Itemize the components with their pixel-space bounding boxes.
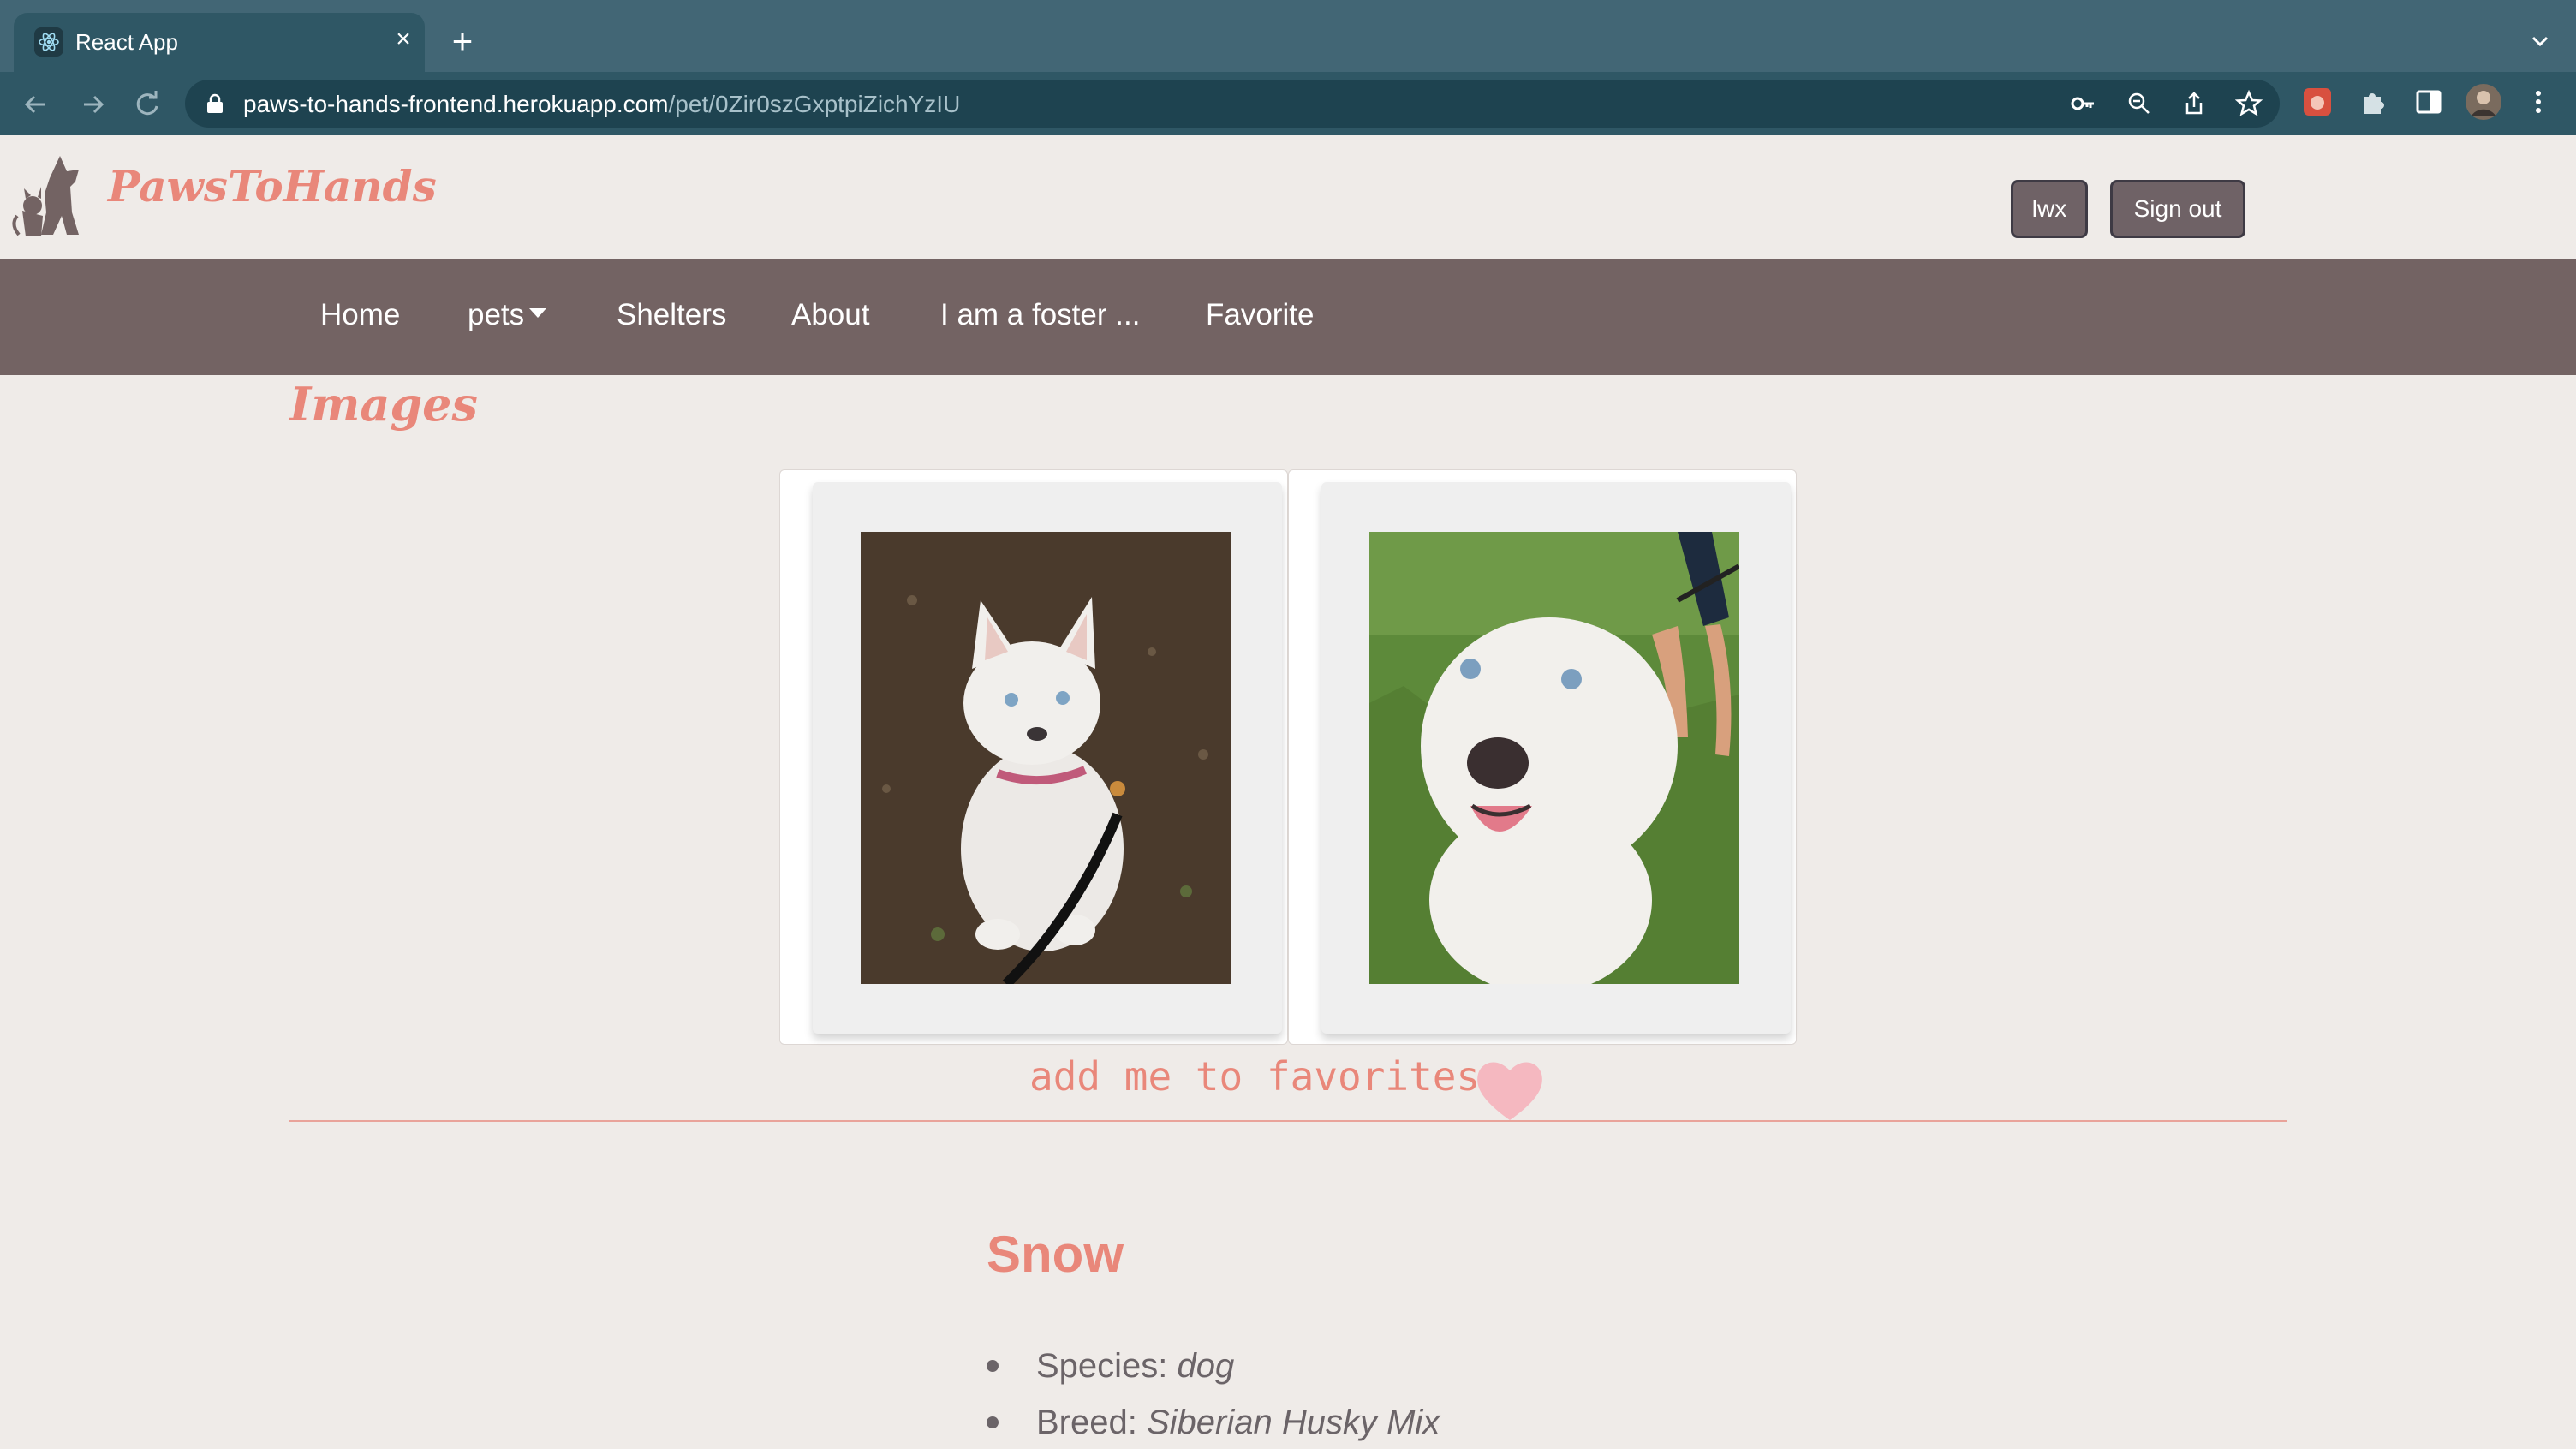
species-label: Species: bbox=[1036, 1347, 1168, 1385]
key-icon[interactable] bbox=[2069, 90, 2096, 117]
browser-menu-icon[interactable] bbox=[2523, 86, 2554, 117]
new-tab-icon[interactable]: + bbox=[445, 23, 480, 59]
address-bar[interactable]: paws-to-hands-frontend.herokuapp.com/pet… bbox=[185, 80, 2280, 128]
extensions-puzzle-icon[interactable] bbox=[2357, 85, 2391, 119]
image-frame bbox=[1321, 482, 1791, 1034]
brand-name[interactable]: PawsToHands bbox=[108, 161, 437, 212]
add-to-favorites-label[interactable]: add me to favorites bbox=[1029, 1053, 1480, 1100]
bookmark-star-icon[interactable] bbox=[2235, 90, 2263, 117]
forward-icon[interactable] bbox=[74, 86, 111, 123]
browser-tab-strip: React App × + bbox=[0, 0, 2576, 72]
image-card[interactable] bbox=[1288, 469, 1797, 1045]
browser-toolbar: paws-to-hands-frontend.herokuapp.com/pet… bbox=[0, 72, 2576, 135]
nav-favorite[interactable]: Favorite bbox=[1206, 298, 1314, 332]
nav-home[interactable]: Home bbox=[320, 298, 400, 332]
heart-icon[interactable] bbox=[1475, 1058, 1545, 1122]
url-host: paws-to-hands-frontend.herokuapp.com bbox=[243, 91, 669, 117]
nav-pets-dropdown[interactable]: pets bbox=[468, 298, 547, 332]
husky-photo-dirt[interactable] bbox=[861, 532, 1231, 984]
images-section-title: Images bbox=[289, 377, 478, 432]
lock-icon[interactable] bbox=[206, 93, 224, 114]
zoom-icon[interactable] bbox=[2126, 90, 2153, 117]
species-value: dog bbox=[1177, 1347, 1235, 1385]
dog-cat-logo-icon[interactable] bbox=[10, 152, 92, 242]
nav-pets-label: pets bbox=[468, 298, 525, 331]
pet-details-list: Species: dog Breed: Siberian Husky Mix bbox=[987, 1338, 1440, 1449]
profile-avatar-icon[interactable] bbox=[2465, 83, 2502, 121]
husky-photo-grass[interactable] bbox=[1369, 532, 1739, 984]
react-favicon-icon bbox=[34, 27, 63, 57]
nav-about[interactable]: About bbox=[791, 298, 869, 332]
side-panel-icon[interactable] bbox=[2412, 85, 2446, 119]
breed-value: Siberian Husky Mix bbox=[1146, 1404, 1440, 1441]
user-button[interactable]: lwx bbox=[2011, 180, 2088, 238]
back-icon[interactable] bbox=[17, 86, 55, 123]
nav-shelters[interactable]: Shelters bbox=[617, 298, 726, 332]
reload-icon[interactable] bbox=[128, 86, 166, 123]
page-content: PawsToHands lwx Sign out Home pets Shelt… bbox=[0, 135, 2576, 1449]
nav-foster[interactable]: I am a foster ... bbox=[940, 298, 1140, 332]
tab-title: React App bbox=[75, 29, 178, 55]
image-card[interactable] bbox=[779, 469, 1288, 1045]
share-icon[interactable] bbox=[2180, 90, 2208, 117]
image-frame bbox=[813, 482, 1282, 1034]
url-path: /pet/0Zir0szGxptpiZichYzIU bbox=[668, 91, 961, 117]
extension-app-icon[interactable] bbox=[2300, 85, 2334, 119]
dropdown-caret-icon bbox=[529, 308, 547, 319]
tab-search-chevron-icon[interactable] bbox=[2525, 26, 2555, 57]
url-text[interactable]: paws-to-hands-frontend.herokuapp.com/pet… bbox=[243, 91, 960, 118]
image-gallery bbox=[779, 469, 1797, 1045]
tab-close-icon[interactable]: × bbox=[389, 25, 418, 54]
pet-species: Species: dog bbox=[987, 1338, 1440, 1394]
sign-out-button[interactable]: Sign out bbox=[2110, 180, 2245, 238]
pet-breed: Breed: Siberian Husky Mix bbox=[987, 1394, 1440, 1449]
pet-name-heading: Snow bbox=[987, 1225, 1124, 1283]
main-navbar: Home pets Shelters About I am a foster .… bbox=[0, 259, 2576, 375]
section-divider bbox=[289, 1120, 2287, 1122]
breed-label: Breed: bbox=[1036, 1404, 1137, 1441]
browser-tab[interactable]: React App × bbox=[14, 13, 425, 72]
